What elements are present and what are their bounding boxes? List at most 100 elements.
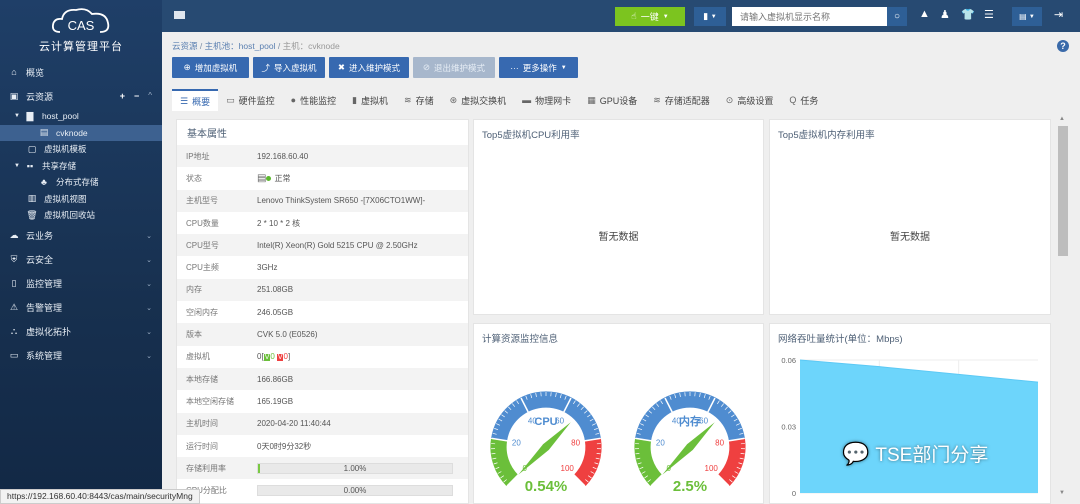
no-data-text: 暂无数据	[890, 232, 930, 243]
network-throughput-chart: 0 0.03 0.06	[781, 356, 1039, 498]
ban-icon: ⊘	[422, 62, 431, 72]
gauge-tick	[491, 453, 496, 455]
tab-physical-nic[interactable]: ▬ 物理网卡	[514, 89, 579, 111]
gauge-tick	[635, 453, 640, 455]
tab-bar: ☰ 概要 ▭ 硬件监控 ● 性能监控 ▮ 虚拟机 ≋ 存储 ⊛ 虚拟交换机 ▬ 物理网卡 ▦ G…	[172, 89, 826, 111]
scroll-up-icon[interactable]: ▲	[1059, 116, 1065, 122]
tab-storage-adapter[interactable]: ≋ 存储适配器	[645, 89, 718, 111]
sidebar-item-cvknode[interactable]: ▤ cvknode	[0, 124, 162, 141]
sidebar-nav: ⌂ 概览 ▣ 云资源 + − ^ ▼ ▇ host_pool ▤ cvknode ▢ 虚拟机…	[0, 60, 162, 368]
tab-summary[interactable]: ☰ 概要	[172, 89, 219, 111]
vm-total-count[interactable]: 0	[257, 352, 261, 361]
property-row: 本地空闲存储 165.19GB	[186, 396, 294, 406]
breadcrumb-cloud-resources[interactable]: 云资源	[172, 41, 198, 51]
add-vm-button[interactable]: ⊕ 增加虚拟机	[172, 57, 249, 78]
tab-advanced[interactable]: ⊙ 高级设置	[718, 89, 782, 111]
skin-icon[interactable]: 👕	[961, 8, 975, 21]
search-button[interactable]: ○	[887, 7, 907, 26]
host-pool-icon: ▇	[26, 110, 34, 121]
property-row: 状态 ▤ 正常	[186, 172, 291, 184]
sidebar: CAS 云计算管理平台 ⌂ 概览 ▣ 云资源 + − ^ ▼ ▇ host_pool ▤…	[0, 0, 162, 504]
host-node-icon: ▤	[39, 127, 49, 138]
add-resource-button[interactable]: +	[120, 91, 125, 101]
sidebar-item-cloud-security[interactable]: ⛨ 云安全 ⌄	[0, 248, 162, 272]
database-icon: ≋	[653, 94, 661, 105]
search-type-select[interactable]: ▮ ▼	[694, 7, 726, 26]
basic-properties-panel: 基本属性 IP地址 192.168.60.40 状态 ▤ 正常 主机型号 Lenovo …	[176, 119, 469, 504]
tab-tasks[interactable]: Q 任务	[781, 89, 826, 111]
more-actions-button[interactable]: ··· 更多操作 ▼	[499, 57, 578, 78]
help-icon[interactable]: ?	[1057, 40, 1069, 52]
remove-resource-button[interactable]: −	[134, 91, 139, 101]
status-dot	[266, 175, 272, 181]
tab-gpu[interactable]: ▦ GPU设备	[579, 89, 645, 111]
sidebar-item-topology[interactable]: ⛬ 虚拟化拓扑 ⌄	[0, 320, 162, 344]
network-throughput-panel: 网络吞吐量统计(单位：Mbps) 0 0.03 0.06	[769, 323, 1051, 504]
sidebar-item-alarms[interactable]: ⚠ 告警管理 ⌄	[0, 296, 162, 320]
breadcrumb-host-pool[interactable]: 主机池：host_pool	[205, 41, 276, 51]
properties-table: IP地址 192.168.60.40 状态 ▤ 正常 主机型号 Lenovo Think…	[177, 145, 468, 502]
gauge-tick-label: 100	[561, 464, 575, 473]
vm-search-input[interactable]	[732, 7, 887, 26]
tab-hardware-monitor[interactable]: ▭ 硬件监控	[218, 89, 283, 111]
scrollbar-thumb[interactable]	[1058, 126, 1068, 256]
enter-maintenance-button[interactable]: ✖ 进入维护模式	[329, 57, 409, 78]
database-icon: ≋	[404, 94, 412, 105]
sidebar-item-monitoring[interactable]: ▯ 监控管理 ⌄	[0, 272, 162, 296]
display-select[interactable]: ▤ ▼	[1012, 7, 1042, 26]
alarm-warning-icon[interactable]: ▲	[919, 8, 930, 20]
vm-template-icon: ▢	[27, 143, 37, 154]
caret-down-icon: ▼	[14, 162, 20, 169]
user-icon[interactable]: ♟	[940, 8, 950, 21]
property-row: 运行时间 0天0时9分32秒	[186, 441, 312, 451]
import-vm-button[interactable]: ⤴ 导入虚拟机	[253, 57, 325, 78]
chevron-down-icon: ⌄	[146, 232, 152, 240]
chevron-down-icon: ⌄	[146, 256, 152, 264]
sidebar-item-host-pool[interactable]: ▼ ▇ host_pool	[0, 108, 162, 125]
gauge-tick	[596, 453, 601, 455]
tab-vms[interactable]: ▮ 虚拟机	[344, 89, 396, 111]
property-row: CPU分配比 0.00%	[177, 479, 468, 501]
vertical-scrollbar[interactable]: ▲ ▼	[1057, 116, 1069, 496]
tab-vswitch[interactable]: ⊛ 虚拟交换机	[442, 89, 515, 111]
vm-view-icon: ▥	[27, 193, 37, 204]
one-click-button[interactable]: ☝ 一键 ▼	[615, 7, 685, 26]
sidebar-item-recycle-bin[interactable]: 🗑 虚拟机回收站	[0, 207, 162, 224]
property-row: 版本 CVK 5.0 (E0526)	[177, 323, 468, 346]
system-icon: ▭	[9, 350, 19, 360]
breadcrumb: 云资源 / 主机池：host_pool / 主机：cvknode	[172, 41, 340, 51]
nic-icon: ▬	[522, 95, 532, 105]
exit-maintenance-button[interactable]: ⊘ 退出维护模式	[413, 57, 495, 78]
progress-fill	[258, 463, 260, 473]
sidebar-item-vm-template[interactable]: ▢ 虚拟机模板	[0, 141, 162, 158]
hand-pointer-icon: ☝	[631, 11, 637, 21]
action-bar: ⊕ 增加虚拟机 ⤴ 导入虚拟机 ✖ 进入维护模式 ⊘ 退出维护模式 ··· 更多操作 ▼	[172, 57, 578, 78]
sidebar-item-shared-storage[interactable]: ▼ ▪▪ 共享存储	[0, 158, 162, 175]
top5-vm-cpu-panel: Top5虚拟机CPU利用率 暂无数据	[473, 119, 764, 315]
vm-running-count[interactable]: 0	[270, 352, 274, 361]
storage-usage-bar: 1.00%	[257, 462, 453, 474]
panel-title: Top5虚拟机内存利用率	[778, 130, 875, 141]
tab-storage[interactable]: ≋ 存储	[396, 89, 442, 111]
recycle-bin-icon: 🗑	[26, 209, 38, 220]
topology-icon: ⛬	[10, 326, 18, 336]
menu-toggle-icon[interactable]	[174, 11, 185, 19]
collapse-icon[interactable]: ^	[148, 91, 152, 101]
vm-stopped-count[interactable]: 0	[283, 352, 287, 361]
vm-icon: ▮	[352, 94, 358, 105]
sidebar-item-distributed-storage[interactable]: ♣ 分布式存储	[0, 174, 162, 191]
sidebar-item-cloud-resources[interactable]: ▣ 云资源 + − ^	[0, 84, 162, 108]
scroll-down-icon[interactable]: ▼	[1059, 490, 1065, 496]
sidebar-item-system[interactable]: ▭ 系统管理 ⌄	[0, 344, 162, 368]
sidebar-item-vm-view[interactable]: ▥ 虚拟机视图	[0, 191, 162, 208]
sidebar-item-cloud-service[interactable]: ☁ 云业务 ⌄	[0, 224, 162, 248]
tools-icon: ✖	[337, 62, 346, 72]
property-row: 主机时间 2020-04-20 11:40:44	[177, 412, 468, 435]
monitor-icon: ▭	[226, 94, 235, 105]
logout-icon[interactable]: ⇥	[1054, 8, 1063, 21]
sidebar-item-overview[interactable]: ⌂ 概览	[0, 60, 162, 84]
gauge-title: CPU	[534, 416, 557, 428]
tab-performance-monitor[interactable]: ● 性能监控	[283, 89, 344, 111]
list-icon[interactable]: ☰	[984, 8, 994, 21]
host-status-ok-icon: ▤	[257, 172, 267, 184]
